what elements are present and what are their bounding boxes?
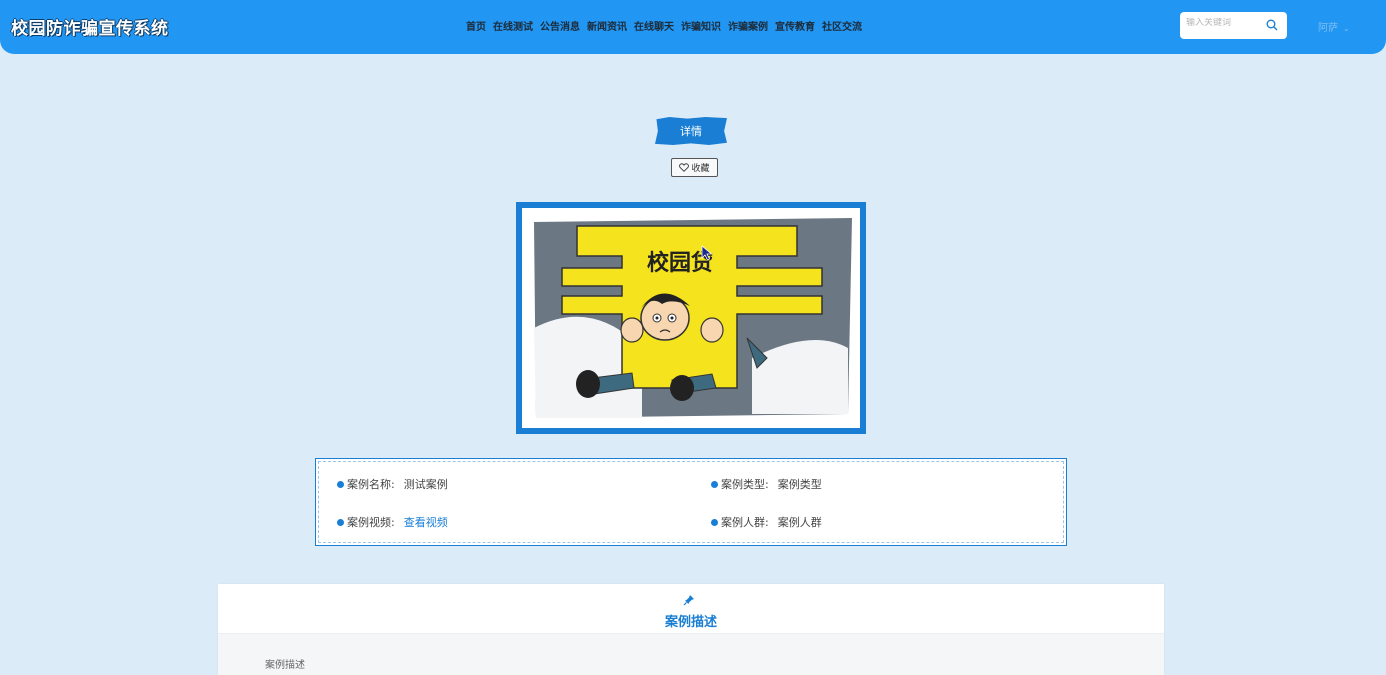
nav-fraud-cases[interactable]: 诈骗案例 <box>728 18 768 33</box>
search-input[interactable] <box>1186 18 1262 28</box>
bullet-icon <box>711 518 718 526</box>
nav-fraud-knowledge[interactable]: 诈骗知识 <box>681 18 721 33</box>
case-illustration: 校园贷 <box>522 208 860 428</box>
favorite-label: 收藏 <box>691 163 710 173</box>
view-video-link[interactable]: 查看视频 <box>404 514 448 530</box>
bullet-icon <box>711 480 718 488</box>
case-info-box: 案例名称: 测试案例 案例类型: 案例类型 案例视频: 查看视频 案例人群: 案… <box>315 458 1067 546</box>
case-name-value: 测试案例 <box>403 478 448 491</box>
bullet-icon <box>337 480 344 488</box>
nav-news[interactable]: 新闻资讯 <box>587 18 627 33</box>
site-title[interactable]: 校园防诈骗宣传系统 <box>11 14 169 39</box>
description-text: 案例描述 <box>265 660 305 671</box>
case-video-row: 案例视频: 查看视频 <box>337 514 448 530</box>
nav-home[interactable]: 首页 <box>466 18 486 33</box>
case-group-value: 案例人群 <box>777 516 822 529</box>
case-type-label: 案例类型: <box>721 478 769 491</box>
nav-online-test[interactable]: 在线测试 <box>493 18 533 33</box>
description-title: 案例描述 <box>664 615 717 630</box>
description-body: 案例描述 <box>218 633 1164 675</box>
detail-banner: 详情 <box>655 117 727 145</box>
heart-icon <box>679 163 690 172</box>
pin-icon <box>683 595 694 606</box>
nav-community[interactable]: 社区交流 <box>822 18 862 33</box>
main-nav: 首页 在线测试 公告消息 新闻资讯 在线聊天 诈骗知识 诈骗案例 宣传教育 社区… <box>466 18 869 33</box>
case-video-label: 案例视频: <box>347 516 395 529</box>
description-card: 案例描述 案例描述 <box>218 584 1164 675</box>
case-name-row: 案例名称: 测试案例 <box>337 476 448 492</box>
search-icon[interactable] <box>1266 19 1278 31</box>
chevron-down-icon: ⌄ <box>1343 24 1350 33</box>
bullet-icon <box>337 518 344 526</box>
case-group-row: 案例人群: 案例人群 <box>711 514 822 530</box>
search-box <box>1180 12 1287 39</box>
case-name-label: 案例名称: <box>347 478 395 491</box>
case-type-value: 案例类型 <box>777 478 822 491</box>
case-group-label: 案例人群: <box>721 516 769 529</box>
user-menu[interactable]: 阿萨 ⌄ <box>1318 19 1350 34</box>
nav-announcements[interactable]: 公告消息 <box>540 18 580 33</box>
case-type-row: 案例类型: 案例类型 <box>711 476 822 492</box>
nav-education[interactable]: 宣传教育 <box>775 18 815 33</box>
mouse-cursor-icon <box>701 245 713 261</box>
favorite-button[interactable]: 收藏 <box>671 158 718 177</box>
nav-online-chat[interactable]: 在线聊天 <box>634 18 674 33</box>
user-name: 阿萨 <box>1318 23 1338 34</box>
top-header: 校园防诈骗宣传系统 首页 在线测试 公告消息 新闻资讯 在线聊天 诈骗知识 诈骗… <box>0 0 1386 54</box>
case-image: 校园贷 <box>516 202 866 434</box>
